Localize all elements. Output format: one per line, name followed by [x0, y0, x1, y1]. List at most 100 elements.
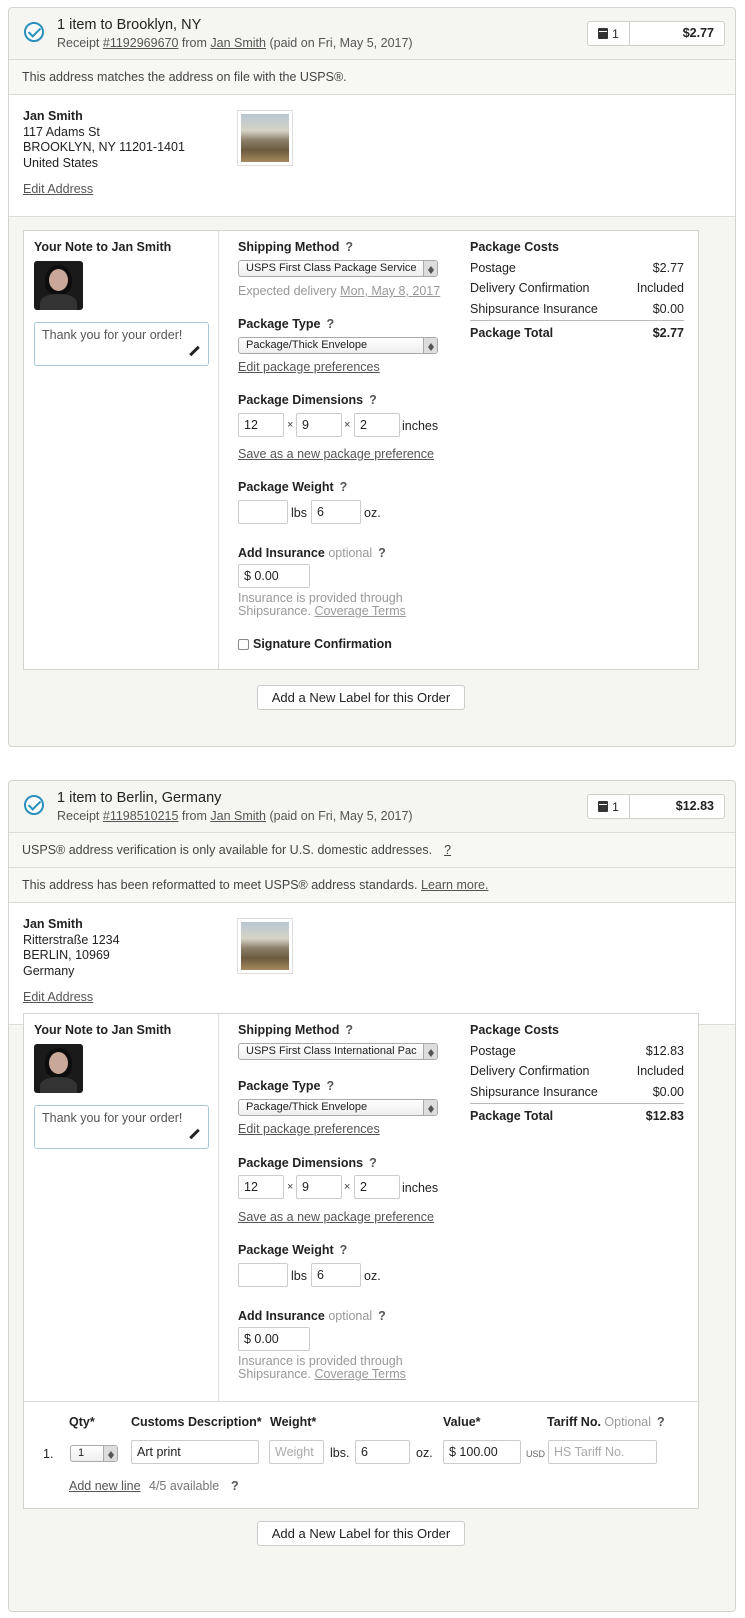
reformat-notice: This address has been reformatted to mee…: [9, 868, 735, 903]
help-icon[interactable]: ?: [340, 480, 348, 494]
add-new-label-button[interactable]: Add a New Label for this Order: [257, 685, 465, 710]
shipping-method-select[interactable]: USPS First Class International Pac: [238, 1043, 438, 1060]
cost-row-postage: Postage $2.77: [470, 261, 684, 275]
pencil-icon[interactable]: [189, 346, 200, 357]
select-arrows-icon: [423, 338, 437, 353]
customs-weight-header: Weight*: [270, 1415, 317, 1429]
order-total: $2.77: [682, 26, 714, 40]
delivery-date-link[interactable]: Mon, May 8, 2017: [340, 284, 440, 298]
dimensions-label: Package Dimensions: [238, 393, 364, 407]
help-icon[interactable]: ?: [340, 1243, 348, 1257]
order-header: 1 item to Berlin, Germany Receipt #11985…: [9, 781, 735, 833]
oz-input[interactable]: 6: [311, 500, 361, 524]
cost-row-delivery-confirmation: Delivery Confirmation Included: [470, 1064, 684, 1078]
help-icon[interactable]: ?: [657, 1415, 665, 1429]
shipping-method-select[interactable]: USPS First Class Package Service: [238, 260, 438, 277]
order-receipt-line: Receipt #1198510215 from Jan Smith (paid…: [57, 809, 413, 823]
customs-value-header: Value*: [443, 1415, 481, 1429]
width-input[interactable]: 9: [296, 1175, 342, 1199]
cost-row-postage: Postage $12.83: [470, 1044, 684, 1058]
help-icon[interactable]: ?: [444, 843, 451, 857]
cost-row-insurance: Shipsurance Insurance $0.00: [470, 302, 684, 316]
edit-address-link[interactable]: Edit Address: [23, 182, 93, 196]
coverage-terms-link[interactable]: Coverage Terms: [314, 604, 405, 618]
height-input[interactable]: 2: [354, 413, 400, 437]
help-icon[interactable]: ?: [378, 546, 386, 560]
customs-tariff-header: Tariff No.: [547, 1415, 601, 1429]
check-circle-icon[interactable]: [24, 22, 44, 42]
costs-title: Package Costs: [470, 1023, 559, 1037]
note-field[interactable]: Thank you for your order!: [34, 322, 209, 366]
length-input[interactable]: 12: [238, 413, 284, 437]
note-field[interactable]: Thank you for your order!: [34, 1105, 209, 1149]
help-icon[interactable]: ?: [345, 1023, 353, 1037]
receipt-link[interactable]: #1198510215: [103, 809, 179, 823]
learn-more-link[interactable]: Learn more.: [421, 878, 488, 892]
edit-package-prefs-link[interactable]: Edit package preferences: [238, 360, 380, 374]
weight-label: Package Weight: [238, 480, 334, 494]
customs-description-input[interactable]: Art print: [131, 1440, 259, 1464]
note-title: Your Note to Jan Smith: [34, 240, 172, 254]
length-input[interactable]: 12: [238, 1175, 284, 1199]
shipping-address: Jan Smith 117 Adams St BROOKLYN, NY 1120…: [23, 109, 185, 170]
order-summary-badge: 1 $12.83: [587, 794, 725, 819]
add-new-line-link[interactable]: Add new line: [69, 1479, 141, 1493]
select-arrows-icon: [423, 261, 437, 276]
divider: [470, 1103, 684, 1104]
address-section: Jan Smith Ritterstraße 1234 BERLIN, 1096…: [9, 903, 735, 1025]
edit-package-prefs-link[interactable]: Edit package preferences: [238, 1122, 380, 1136]
insurance-input[interactable]: $ 0.00: [238, 564, 310, 588]
coverage-terms-link[interactable]: Coverage Terms: [314, 1367, 405, 1381]
add-new-label-button[interactable]: Add a New Label for this Order: [257, 1521, 465, 1546]
package-type-label: Package Type: [238, 317, 321, 331]
edit-address-link[interactable]: Edit Address: [23, 990, 93, 1004]
expected-delivery: Expected delivery Mon, May 8, 2017: [238, 284, 441, 298]
cost-row-insurance: Shipsurance Insurance $0.00: [470, 1085, 684, 1099]
help-icon[interactable]: ?: [369, 1156, 377, 1170]
help-icon[interactable]: ?: [326, 317, 334, 331]
order-total: $12.83: [675, 799, 714, 813]
label-card: Your Note to Jan Smith Thank you for you…: [23, 1013, 699, 1509]
order-card-brooklyn: 1 item to Brooklyn, NY Receipt #11929696…: [8, 7, 736, 747]
package-total: Package Total $2.77: [470, 326, 684, 340]
customs-section: Qty* Customs Description* Weight* Value*…: [24, 1401, 698, 1508]
address-notice: This address matches the address on file…: [9, 60, 735, 95]
help-icon[interactable]: ?: [326, 1079, 334, 1093]
buyer-link[interactable]: Jan Smith: [210, 809, 266, 823]
item-count: 1: [612, 26, 619, 41]
customs-value-input[interactable]: $ 100.00: [443, 1440, 521, 1464]
address-section: Jan Smith 117 Adams St BROOKLYN, NY 1120…: [9, 95, 735, 217]
note-title: Your Note to Jan Smith: [34, 1023, 172, 1037]
help-icon[interactable]: ?: [369, 393, 377, 407]
height-input[interactable]: 2: [354, 1175, 400, 1199]
save-package-pref-link[interactable]: Save as a new package preference: [238, 447, 434, 461]
help-icon[interactable]: ?: [378, 1309, 386, 1323]
tariff-input[interactable]: HS Tariff No.: [548, 1440, 657, 1464]
signature-label[interactable]: Signature Confirmation: [253, 637, 392, 651]
insurance-input[interactable]: $ 0.00: [238, 1327, 310, 1351]
help-icon[interactable]: ?: [345, 240, 353, 254]
width-input[interactable]: 9: [296, 413, 342, 437]
customs-weight-input[interactable]: Weight: [269, 1440, 324, 1464]
item-thumbnail[interactable]: [237, 110, 293, 166]
package-type-select[interactable]: Package/Thick Envelope: [238, 337, 438, 354]
pencil-icon[interactable]: [189, 1129, 200, 1140]
landscape-photo: [241, 922, 289, 970]
receipt-link[interactable]: #1192969670: [103, 36, 179, 50]
lines-available: 4/5 available: [149, 1479, 220, 1493]
check-circle-icon[interactable]: [24, 795, 44, 815]
item-thumbnail[interactable]: [237, 918, 293, 974]
buyer-link[interactable]: Jan Smith: [210, 36, 266, 50]
qty-select[interactable]: 1: [70, 1445, 118, 1462]
save-package-pref-link[interactable]: Save as a new package preference: [238, 1210, 434, 1224]
oz-input[interactable]: 6: [311, 1263, 361, 1287]
shipping-address: Jan Smith Ritterstraße 1234 BERLIN, 1096…: [23, 917, 120, 978]
package-type-select[interactable]: Package/Thick Envelope: [238, 1099, 438, 1116]
signature-checkbox[interactable]: [238, 639, 249, 650]
lbs-input[interactable]: [238, 500, 288, 524]
order-receipt-line: Receipt #1192969670 from Jan Smith (paid…: [57, 36, 413, 50]
customs-oz-input[interactable]: 6: [355, 1440, 410, 1464]
help-icon[interactable]: ?: [231, 1479, 239, 1493]
buyer-avatar: [34, 261, 83, 310]
lbs-input[interactable]: [238, 1263, 288, 1287]
